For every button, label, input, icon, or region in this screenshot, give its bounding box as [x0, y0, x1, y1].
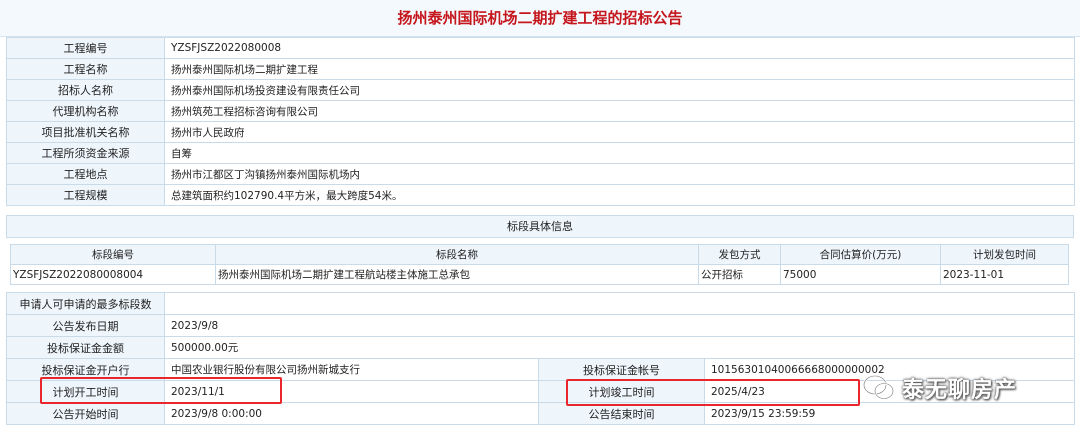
lot-name-cell: 扬州泰州国际机场二期扩建工程航站楼主体施工总承包 — [215, 264, 699, 285]
funding-source-value: 自筹 — [164, 142, 1075, 164]
deposit-amount-label: 投标保证金金额 — [6, 336, 165, 359]
info-row: 项目批准机关名称 扬州市人民政府 — [6, 121, 1075, 143]
publish-date-value: 2023/9/8 — [163, 314, 1076, 337]
info-row: 工程规模 总建筑面积约102790.4平方米，最大跨度54米。 — [6, 184, 1075, 206]
estimated-price-header: 合同估算价(万元) — [780, 244, 941, 265]
agency-label: 代理机构名称 — [6, 100, 165, 122]
planned-date-header: 计划发包时间 — [940, 244, 1069, 265]
notice-start-value: 2023/9/8 0:00:00 — [164, 402, 539, 425]
project-code-value: YZSFJSZ2022080008 — [164, 37, 1075, 59]
planned-date-cell: 2023-11-01 — [940, 264, 1069, 285]
project-code-label: 工程编号 — [6, 37, 165, 59]
deposit-bank-label: 投标保证金开户行 — [6, 358, 165, 381]
info-row: 工程地点 扬州市江都区丁沟镇扬州泰州国际机场内 — [6, 163, 1075, 185]
approval-authority-value: 扬州市人民政府 — [164, 121, 1075, 143]
detail-row: 公告发布日期 2023/9/8 — [6, 314, 1076, 337]
project-name-label: 工程名称 — [6, 58, 165, 80]
funding-source-label: 工程所须资金来源 — [6, 142, 165, 164]
info-row: 代理机构名称 扬州筑苑工程招标咨询有限公司 — [6, 100, 1075, 122]
contract-method-cell: 公开招标 — [698, 264, 781, 285]
deposit-account-label: 投标保证金帐号 — [538, 358, 705, 381]
estimated-price-cell: 75000 — [780, 264, 941, 285]
lot-name-header: 标段名称 — [215, 244, 699, 265]
deposit-bank-value: 中国农业银行股份有限公司扬州新城支行 — [164, 358, 539, 381]
table-row: YZSFJSZ2022080008004 扬州泰州国际机场二期扩建工程航站楼主体… — [10, 264, 1069, 285]
planned-start-label: 计划开工时间 — [6, 380, 165, 403]
detail-row: 投标保证金金额 500000.00元 — [6, 336, 1076, 359]
lot-info-section-header: 标段具体信息 — [6, 215, 1074, 238]
notice-start-label: 公告开始时间 — [6, 402, 165, 425]
info-row: 工程编号 YZSFJSZ2022080008 — [6, 37, 1075, 59]
max-lots-label: 申请人可申请的最多标段数 — [6, 292, 165, 315]
agency-value: 扬州筑苑工程招标咨询有限公司 — [164, 100, 1075, 122]
info-row: 工程名称 扬州泰州国际机场二期扩建工程 — [6, 58, 1075, 80]
max-lots-value — [163, 292, 1076, 315]
info-row: 工程所须资金来源 自筹 — [6, 142, 1075, 164]
watermark: 泰无聊房产 — [862, 362, 1062, 414]
tenderer-value: 扬州泰州国际机场投资建设有限责任公司 — [164, 79, 1075, 101]
detail-row: 申请人可申请的最多标段数 — [6, 292, 1076, 315]
wechat-icon — [862, 373, 896, 403]
approval-authority-label: 项目批准机关名称 — [6, 121, 165, 143]
lot-table: 标段编号 标段名称 发包方式 合同估算价(万元) 计划发包时间 YZSFJSZ2… — [10, 244, 1069, 285]
lot-code-header: 标段编号 — [10, 244, 216, 265]
tender-announcement-page: 扬州泰州国际机场二期扩建工程的招标公告 工程编号 YZSFJSZ20220800… — [0, 0, 1080, 430]
project-name-value: 扬州泰州国际机场二期扩建工程 — [164, 58, 1075, 80]
publish-date-label: 公告发布日期 — [6, 314, 165, 337]
location-value: 扬州市江都区丁沟镇扬州泰州国际机场内 — [164, 163, 1075, 185]
lot-code-cell: YZSFJSZ2022080008004 — [10, 264, 216, 285]
notice-end-label: 公告结束时间 — [538, 402, 705, 425]
scale-value: 总建筑面积约102790.4平方米，最大跨度54米。 — [164, 184, 1075, 206]
watermark-text: 泰无聊房产 — [902, 378, 1018, 403]
project-info-table: 工程编号 YZSFJSZ2022080008 工程名称 扬州泰州国际机场二期扩建… — [6, 37, 1075, 206]
deposit-amount-value: 500000.00元 — [163, 336, 1076, 359]
planned-finish-label: 计划竣工时间 — [538, 380, 705, 403]
info-row: 招标人名称 扬州泰州国际机场投资建设有限责任公司 — [6, 79, 1075, 101]
planned-start-value: 2023/11/1 — [164, 380, 539, 403]
location-label: 工程地点 — [6, 163, 165, 185]
page-title: 扬州泰州国际机场二期扩建工程的招标公告 — [0, 0, 1080, 37]
contract-method-header: 发包方式 — [698, 244, 781, 265]
lot-table-header: 标段编号 标段名称 发包方式 合同估算价(万元) 计划发包时间 — [10, 244, 1069, 265]
tenderer-label: 招标人名称 — [6, 79, 165, 101]
scale-label: 工程规模 — [6, 184, 165, 206]
